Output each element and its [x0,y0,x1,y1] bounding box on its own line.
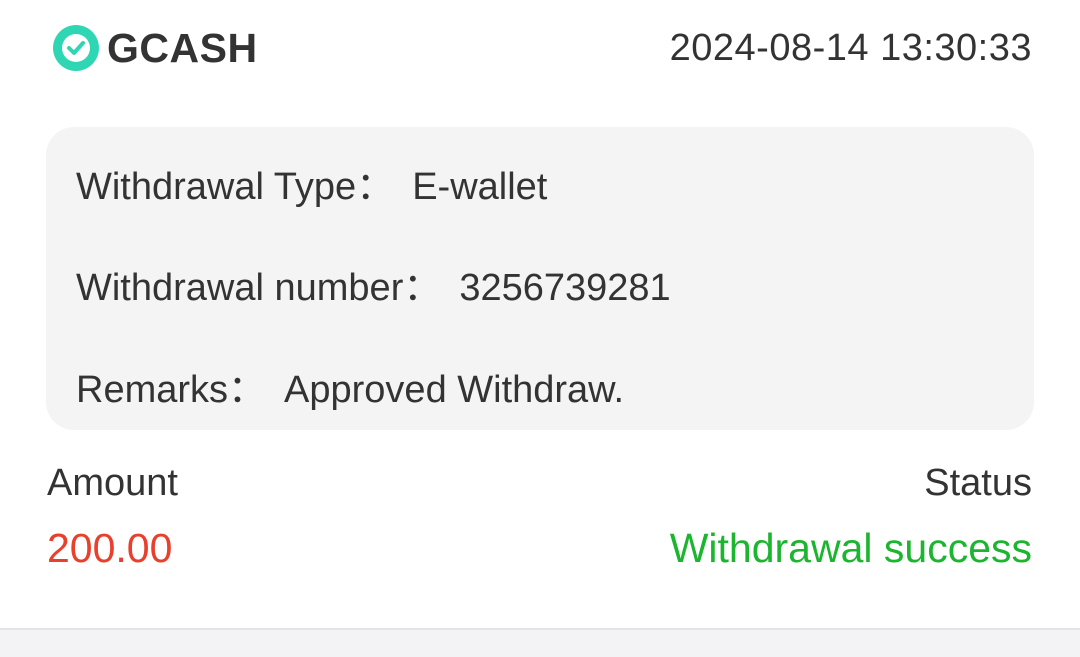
withdrawal-record-card[interactable]: GCASH 2024-08-14 13:30:33 Withdrawal Typ… [0,0,1080,630]
record-header: GCASH 2024-08-14 13:30:33 [52,22,1032,74]
remarks-value: Approved Withdraw. [284,369,625,411]
withdrawal-type-label: Withdrawal Type： [76,166,395,208]
withdrawal-type-value: E-wallet [412,166,548,208]
withdrawal-number-label: Withdrawal number： [76,267,442,309]
gcash-logo-icon [52,24,100,72]
withdrawal-number-value: 3256739281 [459,267,671,309]
amount-label: Amount [47,462,178,504]
status-label: Status [924,462,1032,504]
remarks-row: Remarks： Approved Withdraw. [76,358,624,413]
withdrawal-type-row: Withdrawal Type： E-wallet [76,155,547,210]
amount-value: 200.00 [47,525,173,571]
record-timestamp: 2024-08-14 13:30:33 [669,26,1032,69]
withdrawal-number-row: Withdrawal number： 3256739281 [76,256,671,311]
brand: GCASH [52,24,258,72]
withdrawal-details-panel: Withdrawal Type： E-wallet Withdrawal numb… [46,127,1034,430]
remarks-label: Remarks： [76,369,267,411]
status-value: Withdrawal success [669,525,1032,571]
brand-name: GCASH [107,24,258,71]
